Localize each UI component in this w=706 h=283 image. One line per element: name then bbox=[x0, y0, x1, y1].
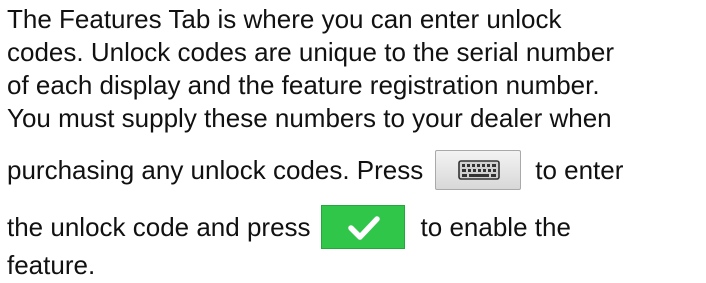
checkmark-icon bbox=[347, 216, 380, 240]
paragraph-text: to enable the bbox=[420, 211, 571, 242]
keyboard-icon bbox=[458, 160, 501, 180]
paragraph-text: the unlock code and press bbox=[7, 211, 311, 242]
paragraph-text: purchasing any unlock codes. Press bbox=[7, 154, 424, 185]
paragraph-line: purchasing any unlock codes. Press to en… bbox=[7, 150, 624, 192]
paragraph-text: to enter bbox=[535, 154, 624, 185]
paragraph-line: The Features Tab is where you can enter … bbox=[7, 4, 562, 34]
paragraph-line: of each display and the feature registra… bbox=[7, 70, 600, 100]
paragraph-line: the unlock code and press to enable the bbox=[7, 205, 571, 251]
paragraph-line: You must supply these numbers to your de… bbox=[7, 103, 612, 133]
keyboard-button[interactable] bbox=[435, 150, 522, 190]
paragraph-line: codes. Unlock codes are unique to the se… bbox=[7, 37, 615, 67]
paragraph-line: feature. bbox=[7, 250, 96, 280]
accept-button[interactable] bbox=[320, 205, 405, 249]
